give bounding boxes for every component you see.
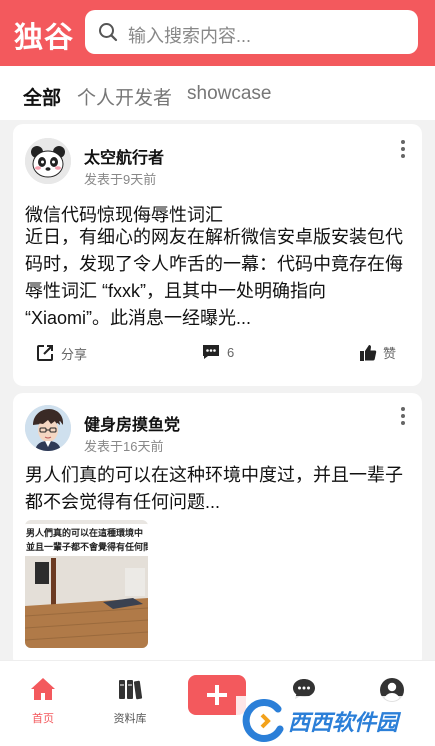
nav-home[interactable]: 首页 bbox=[13, 677, 73, 726]
image-caption-line: 男人們真的可以在這種環境中 bbox=[26, 528, 144, 538]
post-card[interactable]: 太空航行者 发表于9天前 微信代码惊现侮辱性词汇 近日，有细心的网友在解析微信安… bbox=[13, 124, 422, 386]
nav-home-label: 首页 bbox=[32, 713, 54, 725]
share-button[interactable]: 分享 bbox=[35, 343, 87, 363]
avatar[interactable] bbox=[25, 138, 71, 184]
home-icon bbox=[31, 678, 55, 700]
more-options-icon[interactable] bbox=[400, 407, 406, 427]
watermark: 西西软件园 bbox=[236, 696, 435, 746]
app-logo: 独谷 bbox=[14, 22, 75, 54]
books-icon bbox=[119, 680, 143, 700]
post-time: 发表于16天前 bbox=[84, 439, 164, 454]
post-card[interactable]: 健身房摸鱼党 发表于16天前 男人们真的可以在这种环境中度过，并且一辈子都不会觉… bbox=[13, 393, 422, 668]
author-name[interactable]: 太空航行者 bbox=[84, 144, 164, 168]
more-options-icon[interactable] bbox=[400, 140, 406, 160]
avatar[interactable] bbox=[25, 405, 71, 451]
watermark-logo-icon bbox=[242, 699, 284, 742]
post-body[interactable]: 男人们真的可以在这种环境中度过，并且一辈子都不会觉得有任何问题... bbox=[25, 462, 410, 516]
panda-avatar-image bbox=[25, 138, 71, 184]
top-header: 独谷 输入搜索内容... bbox=[0, 0, 435, 66]
author-name[interactable]: 健身房摸鱼党 bbox=[84, 411, 180, 435]
nav-library[interactable]: 资料库 bbox=[100, 677, 160, 726]
empty-room-photo bbox=[25, 556, 148, 648]
post-image[interactable]: 男人們真的可以在這種環境中 並且一輩子都不會覺得有任何問 bbox=[25, 520, 148, 648]
nav-library-label: 资料库 bbox=[113, 713, 147, 725]
tab-all[interactable]: 全部 bbox=[23, 83, 61, 110]
share-label: 分享 bbox=[61, 346, 88, 362]
tab-showcase[interactable]: showcase bbox=[187, 83, 272, 105]
like-label: 赞 bbox=[383, 346, 397, 361]
post-actions: 分享 6 赞 bbox=[13, 343, 422, 369]
post-body[interactable]: 近日，有细心的网友在解析微信安卓版安装包代码时，发现了令人咋舌的一幕：代码中竟存… bbox=[25, 224, 410, 332]
search-input[interactable]: 输入搜索内容... bbox=[128, 22, 251, 48]
post-time: 发表于9天前 bbox=[84, 172, 157, 187]
share-icon bbox=[37, 345, 53, 361]
search-box[interactable]: 输入搜索内容... bbox=[85, 10, 418, 54]
like-button[interactable]: 赞 bbox=[359, 343, 396, 362]
anime-character-avatar-image bbox=[25, 405, 71, 451]
comment-icon bbox=[203, 345, 219, 359]
search-icon bbox=[99, 23, 118, 42]
watermark-text: 西西软件园 bbox=[288, 710, 399, 735]
comment-button[interactable]: 6 bbox=[201, 343, 234, 361]
comment-count: 6 bbox=[227, 344, 235, 360]
tab-individual-developer[interactable]: 个人开发者 bbox=[77, 83, 172, 110]
image-caption-line: 並且一輩子都不會覺得有任何問 bbox=[26, 542, 148, 552]
category-tabs: 全部 个人开发者 showcase bbox=[0, 66, 435, 120]
thumbs-up-icon bbox=[360, 344, 377, 361]
